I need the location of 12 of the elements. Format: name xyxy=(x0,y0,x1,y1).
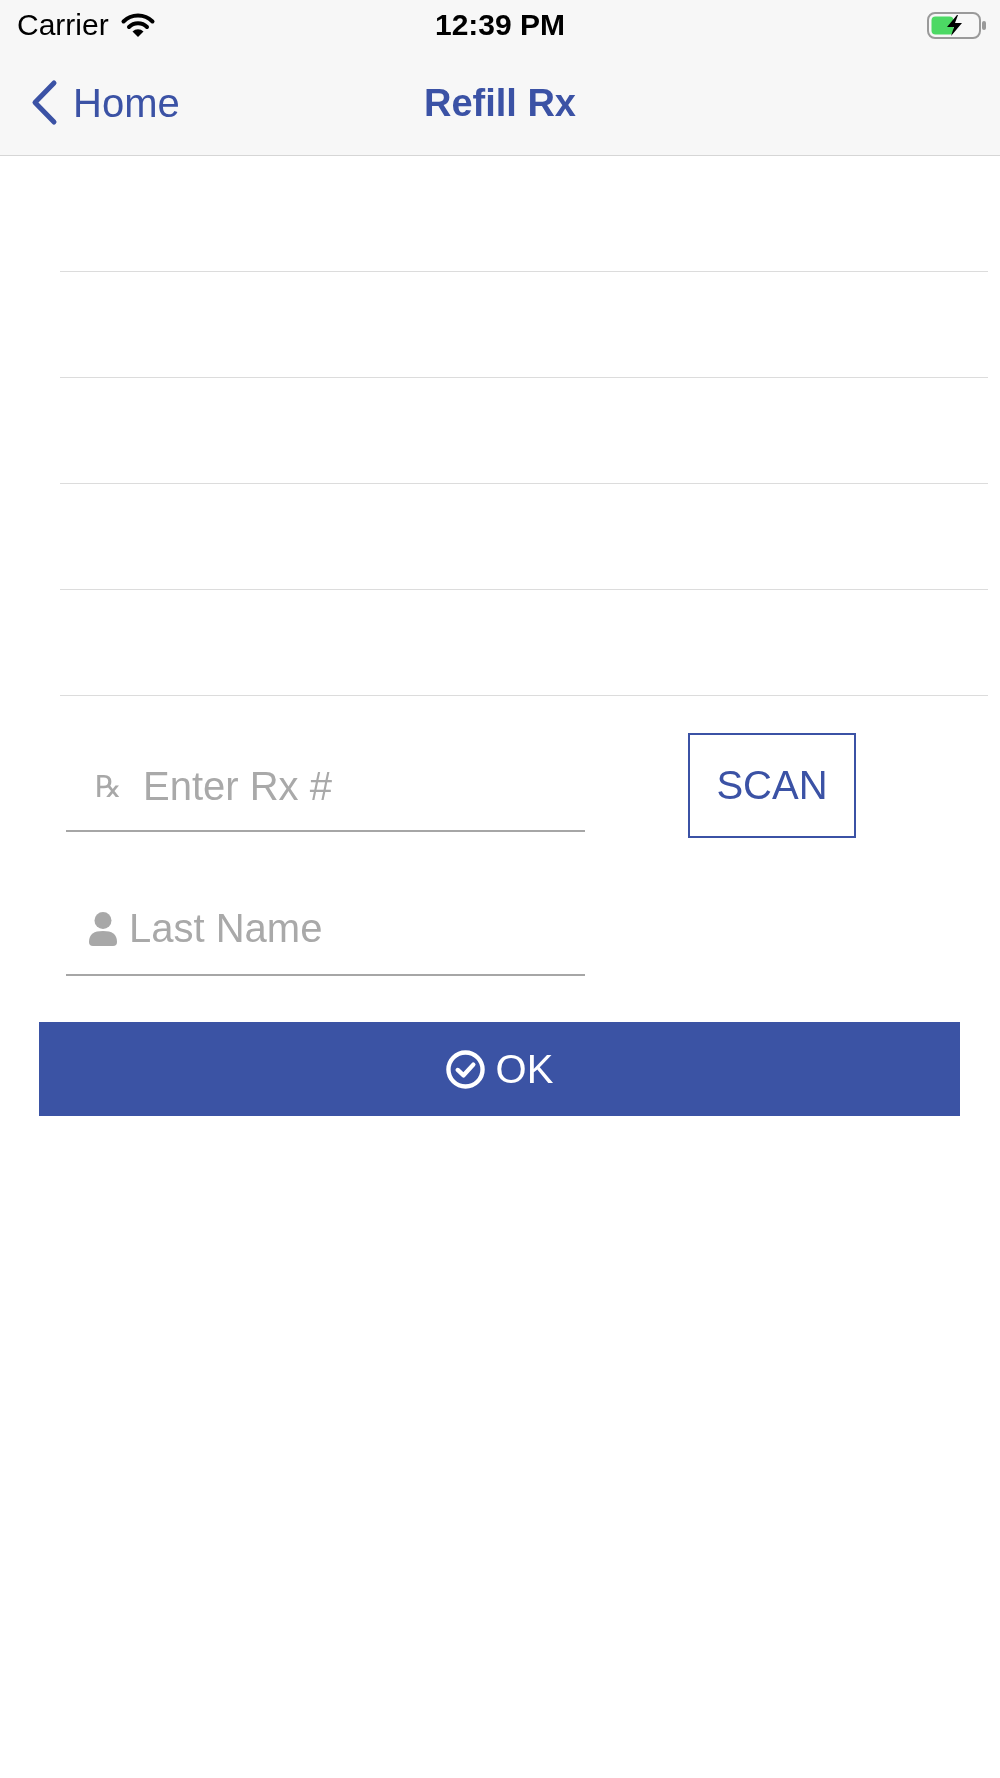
last-name-field[interactable]: Last Name xyxy=(66,883,585,976)
time-label: 12:39 PM xyxy=(434,7,566,43)
chevron-icon xyxy=(30,79,58,126)
nav-title: Refill Rx xyxy=(423,80,576,126)
wifi-icon xyxy=(119,12,156,38)
prescription-icon: ℞ xyxy=(95,771,122,803)
back-button[interactable]: Home xyxy=(0,78,180,127)
person-icon xyxy=(88,912,118,946)
carrier-label: Carrier xyxy=(17,7,109,43)
ok-button[interactable]: OK xyxy=(39,1022,960,1116)
scan-button[interactable]: SCAN xyxy=(688,733,856,838)
check-circle-icon xyxy=(445,1049,485,1089)
